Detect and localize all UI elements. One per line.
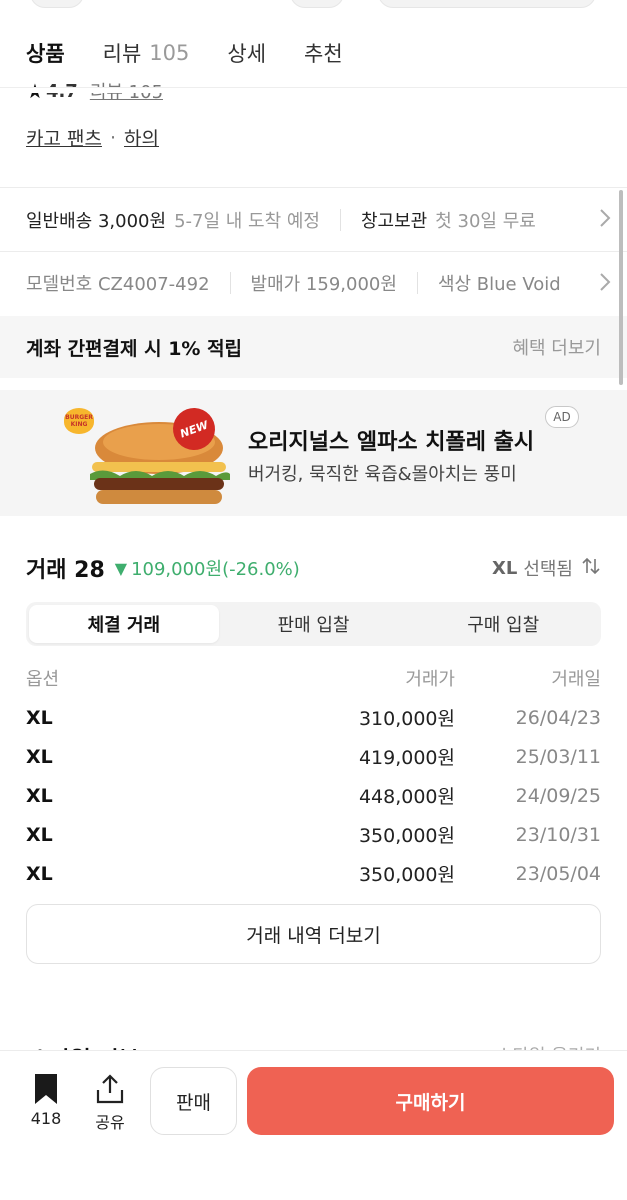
row-option: XL	[26, 862, 53, 885]
storage-label: 창고보관	[361, 211, 428, 232]
benefit-more-link[interactable]: 혜택 더보기	[512, 334, 601, 360]
shipping-eta: 5-7일 내 도착 예정	[174, 211, 320, 232]
trade-history-more-button[interactable]: 거래 내역 더보기	[26, 904, 601, 964]
table-row: XL 419,000원 25/03/11	[26, 737, 601, 776]
row-date: 24/09/25	[515, 784, 601, 807]
ad-subtext: 버거킹, 묵직한 육즙&몰아치는 풍미	[248, 464, 517, 485]
row-date: 23/10/31	[515, 823, 601, 846]
row-price: 350,000원	[358, 864, 455, 886]
tab-reviews-count: 105	[149, 41, 190, 65]
back-button-remnant[interactable]	[30, 0, 84, 8]
share-button[interactable]: 공유	[88, 1073, 132, 1133]
row-option: XL	[26, 784, 53, 807]
tab-recommend-label: 추천	[304, 42, 343, 66]
tab-product[interactable]: 상품	[26, 38, 65, 68]
segment-buy-bids[interactable]: 구매 입찰	[408, 605, 598, 643]
trade-title: 거래 28	[26, 558, 105, 583]
separator	[416, 272, 418, 294]
tab-recommend[interactable]: 추천	[304, 38, 343, 68]
row-price: 448,000원	[358, 786, 455, 808]
table-header: 옵션 거래가 거래일	[26, 660, 601, 696]
category-link-sub[interactable]: 하의	[124, 124, 159, 151]
row-option: XL	[26, 823, 53, 846]
product-tabs: 상품 리뷰 105 상세 추천	[0, 28, 627, 78]
category-link-main[interactable]: 카고 팬츠	[26, 124, 102, 151]
sort-arrows-icon	[581, 556, 601, 581]
price-trend: ▼ 109,000원(-26.0%)	[115, 555, 300, 581]
trade-header: 거래 28 ▼ 109,000원(-26.0%) XL 선택됨	[26, 550, 601, 586]
tab-reviews-label: 리뷰	[102, 42, 142, 66]
color-spec: 색상 Blue Void	[437, 274, 561, 295]
tab-product-label: 상품	[26, 42, 65, 66]
buy-button[interactable]: 구매하기	[247, 1067, 614, 1135]
benefit-title: 계좌 간편결제 시 1% 적립	[26, 337, 243, 360]
row-price: 350,000원	[358, 825, 455, 847]
row-date: 23/05/04	[515, 862, 601, 885]
tabs-background	[0, 88, 627, 93]
bottom-action-bar: 418 공유 판매 구매하기	[0, 1050, 627, 1200]
benefit-row[interactable]: 계좌 간편결제 시 1% 적립 혜택 더보기	[0, 316, 627, 378]
trade-table: 옵션 거래가 거래일 XL 310,000원 26/04/23 XL 419,0…	[26, 660, 601, 893]
trend-down-icon: ▼	[114, 558, 128, 578]
ad-banner[interactable]: BURGER KING NEW 오리지널스 엘파소 치폴레 출시 버거킹, 묵직…	[0, 390, 627, 516]
table-row: XL 350,000원 23/10/31	[26, 815, 601, 854]
tab-details-label: 상세	[227, 42, 267, 66]
fade-overlay	[557, 252, 627, 314]
divider	[0, 187, 627, 188]
trend-value: 109,000원(-26.0%)	[131, 559, 300, 580]
segment-sell-bids[interactable]: 판매 입찰	[219, 605, 409, 643]
bookmark-icon	[35, 1074, 57, 1104]
chevron-right-icon	[599, 272, 611, 297]
ad-headline: 오리지널스 엘파소 치폴레 출시	[248, 430, 535, 455]
share-label: 공유	[95, 1113, 125, 1132]
shipping-label: 일반배송 3,000원	[26, 211, 167, 232]
row-option: XL	[26, 706, 53, 729]
row-date: 25/03/11	[515, 745, 601, 768]
tab-reviews[interactable]: 리뷰 105	[103, 38, 190, 68]
row-option: XL	[26, 745, 53, 768]
row-date: 26/04/23	[515, 706, 601, 729]
table-row: XL 448,000원 24/09/25	[26, 776, 601, 815]
chevron-right-icon	[599, 208, 611, 233]
selected-label: 선택됨	[523, 559, 573, 580]
row-price: 310,000원	[358, 708, 455, 730]
section-gap	[0, 378, 627, 390]
segment-completed[interactable]: 체결 거래	[29, 605, 219, 643]
scrollbar[interactable]	[619, 190, 623, 385]
bookmark-button[interactable]: 418	[24, 1073, 68, 1128]
toolbar-button-remnant[interactable]	[290, 0, 344, 8]
sell-button[interactable]: 판매	[150, 1067, 237, 1135]
table-row: XL 350,000원 23/05/04	[26, 854, 601, 893]
bookmark-count: 418	[30, 1109, 62, 1128]
column-header-option: 옵션	[26, 669, 60, 690]
share-icon	[96, 1074, 124, 1104]
release-price: 발매가 159,000원	[250, 274, 397, 295]
ad-tag[interactable]: AD	[545, 406, 579, 428]
separator	[229, 272, 231, 294]
tab-details[interactable]: 상세	[227, 38, 266, 68]
selected-size: XL	[491, 557, 518, 579]
separator	[340, 209, 341, 231]
table-row: XL 310,000원 26/04/23	[26, 698, 601, 737]
trade-type-segmented-control: 체결 거래 판매 입찰 구매 입찰	[26, 602, 601, 646]
model-number: 모델번호 CZ4007-492	[26, 274, 210, 295]
spec-info-row[interactable]: 모델번호 CZ4007-492 발매가 159,000원 색상 Blue Voi…	[0, 252, 627, 314]
row-price: 419,000원	[358, 747, 455, 769]
tabs-divider	[0, 87, 627, 88]
column-header-date: 거래일	[551, 669, 601, 690]
delivery-info-row[interactable]: 일반배송 3,000원 5-7일 내 도착 예정 창고보관 첫 30일 무료	[0, 190, 627, 250]
top-overlay	[0, 0, 627, 10]
storage-promo: 첫 30일 무료	[435, 211, 536, 232]
column-header-price: 거래가	[405, 669, 455, 690]
breadcrumb: 카고 팬츠 · 하의	[26, 124, 159, 151]
size-selector[interactable]: XL 선택됨	[492, 555, 601, 581]
toolbar-pill-remnant[interactable]	[378, 0, 596, 8]
breadcrumb-separator: ·	[109, 126, 117, 149]
